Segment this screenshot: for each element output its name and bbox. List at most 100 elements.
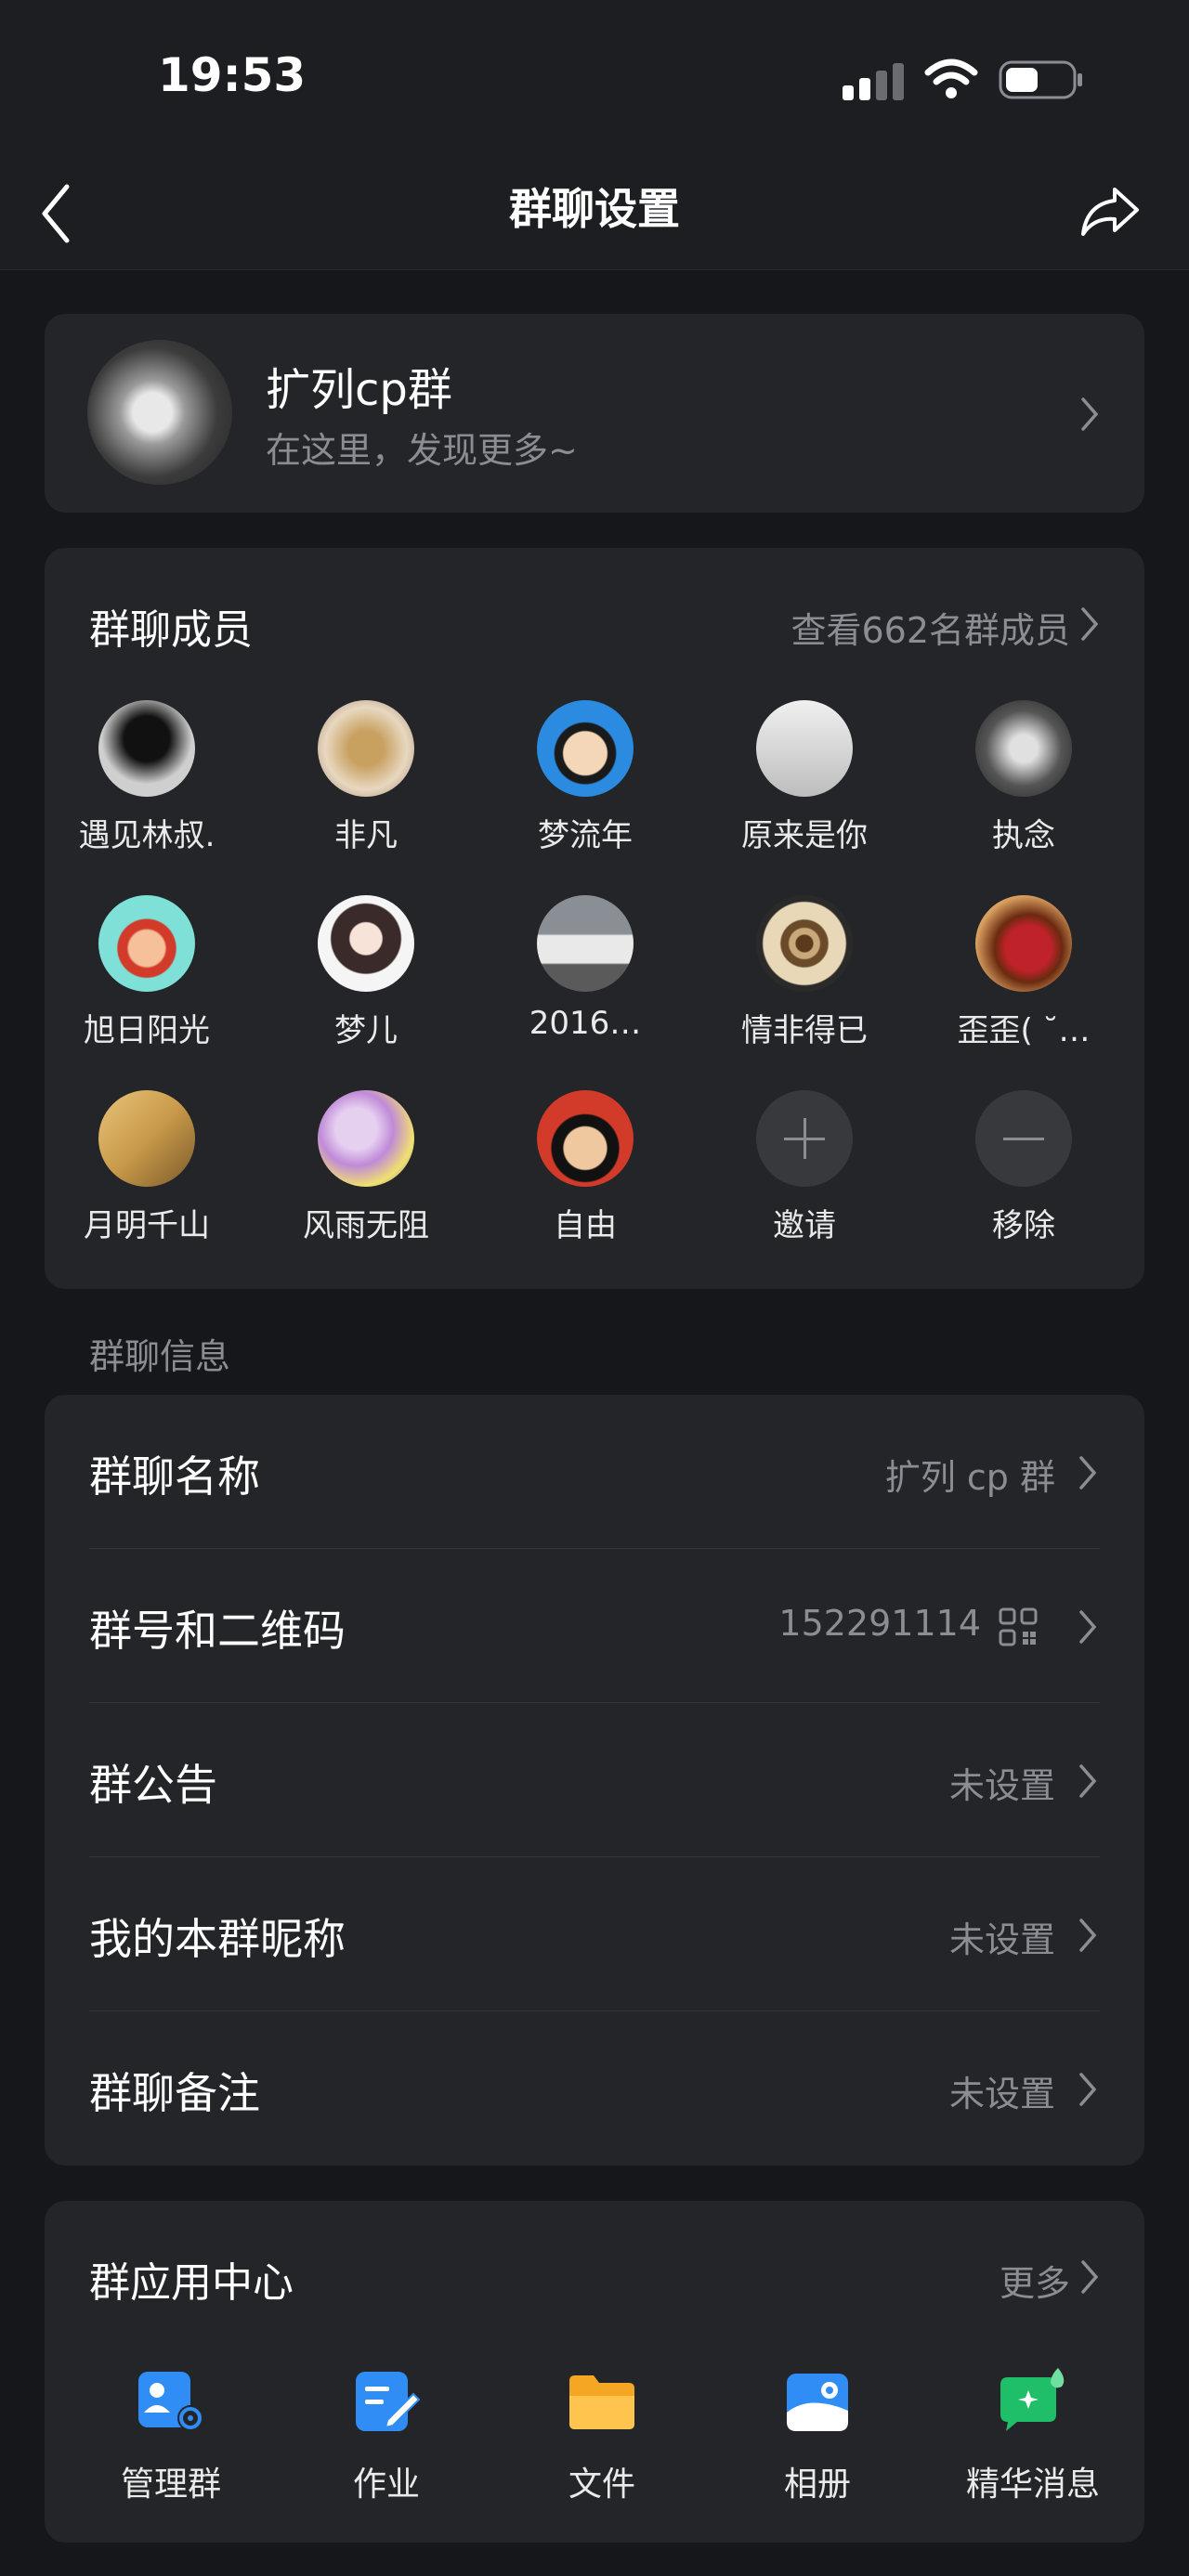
member-avatar bbox=[98, 895, 195, 992]
member-item[interactable]: 梦流年 bbox=[483, 700, 687, 855]
member-name: 自由 bbox=[554, 1207, 617, 1244]
group-info-section-label: 群聊信息 bbox=[89, 1336, 231, 1377]
member-avatar bbox=[537, 895, 634, 992]
row-label: 群聊名称 bbox=[89, 1451, 260, 1502]
member-name: 情非得已 bbox=[741, 1012, 868, 1049]
folder-icon bbox=[569, 2375, 634, 2429]
chevron-right-icon bbox=[1081, 397, 1099, 431]
member-name: 非凡 bbox=[334, 817, 398, 854]
member-name: 旭日阳光 bbox=[84, 1012, 210, 1049]
row-value: 未设置 bbox=[948, 2074, 1055, 2114]
member-avatar bbox=[756, 895, 853, 992]
qrcode-icon bbox=[999, 1607, 1038, 1646]
plus-icon bbox=[756, 1090, 853, 1187]
app-label: 相册 bbox=[783, 2465, 851, 2504]
group-subtitle: 在这里，发现更多~ bbox=[266, 430, 578, 471]
row-label: 群公告 bbox=[89, 1760, 217, 1810]
group-info-card: 群聊名称 扩列 cp 群 群号和二维码 152291114 群公告 未设置 我的… bbox=[45, 1395, 1144, 2166]
member-name: 2016… bbox=[529, 1005, 642, 1042]
chevron-right-icon bbox=[1081, 607, 1099, 641]
member-avatar bbox=[98, 1090, 195, 1187]
invite-label: 邀请 bbox=[773, 1207, 836, 1244]
member-item[interactable]: 旭日阳光 bbox=[45, 895, 249, 1050]
member-item[interactable]: 月明千山 bbox=[45, 1090, 249, 1245]
chevron-right-icon bbox=[1079, 1610, 1097, 1644]
manage-group-icon bbox=[138, 2372, 203, 2431]
app-essence-messages[interactable]: 精华消息 bbox=[931, 2366, 1135, 2505]
app-label: 作业 bbox=[352, 2465, 420, 2504]
member-item[interactable]: 风雨无阻 bbox=[264, 1090, 468, 1245]
app-label: 管理群 bbox=[120, 2465, 221, 2504]
chevron-right-icon bbox=[1079, 1919, 1097, 1952]
essence-message-icon bbox=[1000, 2368, 1065, 2431]
invite-member-button[interactable]: 邀请 bbox=[702, 1090, 907, 1245]
homework-icon bbox=[356, 2372, 421, 2431]
app-center-title: 群应用中心 bbox=[89, 2259, 294, 2307]
group-avatar bbox=[87, 340, 232, 485]
member-item[interactable]: 情非得已 bbox=[702, 895, 907, 1050]
member-name: 月明千山 bbox=[84, 1207, 210, 1244]
chevron-right-icon bbox=[1079, 2073, 1097, 2106]
member-item[interactable]: 歪歪( ˘… bbox=[921, 895, 1126, 1050]
members-card: 群聊成员 查看662名群成员 遇见林叔. 非凡 梦流年 原来是你 执念 旭日阳光… bbox=[45, 548, 1144, 1289]
app-manage-group[interactable]: 管理群 bbox=[69, 2366, 273, 2505]
group-profile-card[interactable]: 扩列cp群 在这里，发现更多~ bbox=[45, 314, 1144, 513]
member-item[interactable]: 梦儿 bbox=[264, 895, 468, 1050]
member-name: 原来是你 bbox=[741, 817, 868, 854]
member-avatar bbox=[537, 1090, 634, 1187]
member-item[interactable]: 2016… bbox=[483, 895, 687, 1042]
member-item[interactable]: 原来是你 bbox=[702, 700, 907, 855]
wifi-icon bbox=[924, 59, 978, 98]
member-item[interactable]: 遇见林叔. bbox=[45, 700, 249, 855]
group-name: 扩列cp群 bbox=[266, 364, 452, 416]
member-name: 歪歪( ˘… bbox=[957, 1012, 1091, 1049]
album-icon bbox=[787, 2374, 848, 2431]
member-name: 梦儿 bbox=[334, 1012, 398, 1049]
row-value: 扩列 cp 群 bbox=[884, 1457, 1055, 1498]
chevron-right-icon bbox=[1079, 1456, 1097, 1490]
signal-icon bbox=[843, 63, 904, 100]
member-avatar bbox=[537, 700, 634, 797]
member-avatar bbox=[318, 700, 414, 797]
app-files[interactable]: 文件 bbox=[500, 2366, 704, 2505]
member-avatar bbox=[975, 700, 1072, 797]
row-label: 我的本群昵称 bbox=[89, 1914, 346, 1964]
member-avatar bbox=[318, 895, 414, 992]
row-label: 群聊备注 bbox=[89, 2068, 260, 2118]
chevron-right-icon bbox=[1079, 1764, 1097, 1798]
page-title: 群聊设置 bbox=[509, 184, 680, 234]
share-icon[interactable] bbox=[1078, 178, 1143, 243]
row-value: 未设置 bbox=[948, 1765, 1055, 1806]
member-avatar bbox=[98, 700, 195, 797]
view-all-members-link[interactable]: 查看662名群成员 bbox=[790, 602, 1070, 653]
chevron-right-icon bbox=[1081, 2260, 1099, 2294]
remove-label: 移除 bbox=[992, 1207, 1055, 1244]
group-app-center-card: 群应用中心 更多 管理群 作业 文件 相册 精华消息 bbox=[45, 2201, 1144, 2543]
member-item[interactable]: 执念 bbox=[921, 700, 1126, 855]
group-name-row[interactable]: 群聊名称 扩列 cp 群 bbox=[45, 1395, 1144, 1549]
app-label: 文件 bbox=[568, 2465, 635, 2504]
app-label: 精华消息 bbox=[965, 2465, 1100, 2504]
member-avatar bbox=[756, 700, 853, 797]
my-group-nickname-row[interactable]: 我的本群昵称 未设置 bbox=[45, 1857, 1144, 2011]
member-item[interactable]: 自由 bbox=[483, 1090, 687, 1245]
group-notice-row[interactable]: 群公告 未设置 bbox=[45, 1703, 1144, 1857]
member-avatar bbox=[318, 1090, 414, 1187]
app-album[interactable]: 相册 bbox=[715, 2366, 920, 2505]
member-name: 梦流年 bbox=[538, 817, 633, 854]
member-name: 风雨无阻 bbox=[303, 1207, 429, 1244]
group-remark-row[interactable]: 群聊备注 未设置 bbox=[45, 2011, 1144, 2166]
row-value: 152291114 bbox=[778, 1603, 981, 1644]
member-avatar bbox=[975, 895, 1072, 992]
row-value: 未设置 bbox=[948, 1919, 1055, 1960]
minus-icon bbox=[975, 1090, 1072, 1187]
members-title: 群聊成员 bbox=[89, 606, 253, 654]
battery-icon bbox=[999, 60, 1082, 99]
member-item[interactable]: 非凡 bbox=[264, 700, 468, 855]
member-name: 执念 bbox=[992, 817, 1055, 854]
app-center-more-link[interactable]: 更多 bbox=[1000, 2255, 1070, 2306]
app-homework[interactable]: 作业 bbox=[284, 2366, 489, 2505]
remove-member-button[interactable]: 移除 bbox=[921, 1090, 1126, 1245]
group-id-qrcode-row[interactable]: 群号和二维码 152291114 bbox=[45, 1549, 1144, 1703]
member-name: 遇见林叔. bbox=[78, 817, 216, 854]
